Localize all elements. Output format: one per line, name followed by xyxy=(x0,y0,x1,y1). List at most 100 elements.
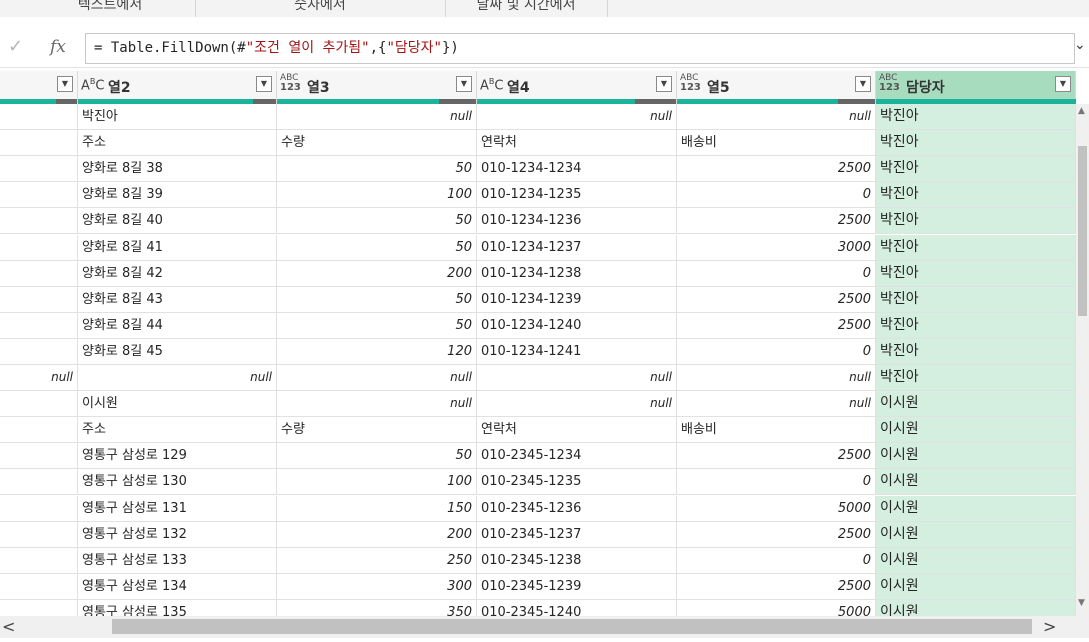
table-cell[interactable]: 박진아 xyxy=(876,312,1076,339)
table-cell[interactable]: 영통구 삼성로 135 xyxy=(78,599,277,616)
table-cell[interactable]: 박진아 xyxy=(876,338,1076,365)
table-cell[interactable]: 박진아 xyxy=(876,104,1076,130)
table-cell[interactable]: null xyxy=(78,365,277,391)
table-cell[interactable]: 2500 xyxy=(677,573,876,600)
table-cell[interactable]: 0 xyxy=(677,260,876,287)
table-cell[interactable]: null xyxy=(277,391,477,418)
table-cell[interactable]: null xyxy=(677,104,876,130)
table-cell[interactable] xyxy=(0,260,78,287)
table-cell[interactable]: 박진아 xyxy=(876,260,1076,287)
table-cell[interactable]: null xyxy=(477,104,677,130)
table-cell[interactable] xyxy=(0,234,78,261)
table-cell[interactable]: 양화로 8길 39 xyxy=(78,182,277,209)
table-cell[interactable] xyxy=(0,521,78,548)
table-cell[interactable]: 이시원 xyxy=(876,495,1076,522)
table-cell[interactable]: 010-1234-1234 xyxy=(477,156,677,183)
table-cell[interactable] xyxy=(0,208,78,235)
table-cell[interactable] xyxy=(0,495,78,522)
table-cell[interactable]: 50 xyxy=(277,443,477,470)
table-cell[interactable]: 010-1234-1238 xyxy=(477,260,677,287)
table-cell[interactable]: 010-1234-1237 xyxy=(477,234,677,261)
checkmark-icon[interactable]: ✓ xyxy=(8,36,23,57)
table-cell[interactable]: 150 xyxy=(277,495,477,522)
type-any-icon[interactable]: ABC 123 xyxy=(680,74,701,93)
table-cell[interactable] xyxy=(0,286,78,313)
table-cell[interactable]: 양화로 8길 41 xyxy=(78,234,277,261)
table-cell[interactable]: 5000 xyxy=(677,599,876,616)
scroll-down-icon[interactable]: ▼ xyxy=(1078,598,1085,608)
table-cell[interactable]: 2500 xyxy=(677,443,876,470)
table-cell[interactable]: 영통구 삼성로 133 xyxy=(78,547,277,574)
column-header-2[interactable]: ABC 123 열3 ▼ xyxy=(277,71,477,104)
fx-icon[interactable]: fx xyxy=(50,37,66,57)
table-cell[interactable]: 박진아 xyxy=(876,208,1076,235)
table-cell[interactable]: 이시원 xyxy=(876,469,1076,496)
table-cell[interactable]: 2500 xyxy=(677,286,876,313)
table-cell[interactable]: 010-1234-1239 xyxy=(477,286,677,313)
filter-dropdown-icon[interactable]: ▼ xyxy=(1055,76,1071,92)
table-cell[interactable]: 영통구 삼성로 129 xyxy=(78,443,277,470)
table-cell[interactable]: null xyxy=(677,365,876,391)
table-cell[interactable]: 박진아 xyxy=(876,234,1076,261)
table-cell[interactable]: 양화로 8길 45 xyxy=(78,338,277,365)
table-cell[interactable]: 이시원 xyxy=(78,391,277,418)
table-cell[interactable]: 200 xyxy=(277,260,477,287)
filter-dropdown-icon[interactable]: ▼ xyxy=(256,76,272,92)
chevron-down-icon[interactable]: ⌄ xyxy=(1074,37,1086,53)
table-cell[interactable]: 이시원 xyxy=(876,391,1076,418)
table-cell[interactable] xyxy=(0,338,78,365)
type-any-icon[interactable]: ABC 123 xyxy=(280,74,301,93)
column-header-4[interactable]: ABC 123 열5 ▼ xyxy=(677,71,876,104)
table-cell[interactable]: 양화로 8길 38 xyxy=(78,156,277,183)
table-cell[interactable]: 300 xyxy=(277,573,477,600)
table-cell[interactable]: 박진아 xyxy=(78,104,277,130)
column-header-1[interactable]: ABC 열2 ▼ xyxy=(78,71,277,104)
table-cell[interactable]: null xyxy=(477,365,677,391)
table-cell[interactable]: 010-2345-1235 xyxy=(477,469,677,496)
table-cell[interactable]: 양화로 8길 44 xyxy=(78,312,277,339)
table-cell[interactable]: 0 xyxy=(677,338,876,365)
table-cell[interactable] xyxy=(0,130,78,157)
table-cell[interactable]: null xyxy=(0,365,78,391)
type-abc-icon[interactable]: ABC xyxy=(480,77,503,93)
table-cell[interactable]: 2500 xyxy=(677,156,876,183)
vertical-scrollbar[interactable]: ▲ ▼ xyxy=(1076,104,1089,616)
ribbon-tab-from-number[interactable]: 숫자에서 xyxy=(195,0,446,17)
table-cell[interactable] xyxy=(0,547,78,574)
table-cell[interactable] xyxy=(0,417,78,444)
table-cell[interactable]: 박진아 xyxy=(876,286,1076,313)
table-cell[interactable]: null xyxy=(477,391,677,418)
table-cell[interactable]: 010-2345-1239 xyxy=(477,573,677,600)
table-cell[interactable]: 양화로 8길 42 xyxy=(78,260,277,287)
table-cell[interactable]: null xyxy=(277,104,477,130)
table-cell[interactable]: 50 xyxy=(277,156,477,183)
vertical-scroll-thumb[interactable] xyxy=(1078,146,1087,316)
table-cell[interactable]: 010-2345-1238 xyxy=(477,547,677,574)
table-cell[interactable]: 010-1234-1236 xyxy=(477,208,677,235)
table-cell[interactable]: 2500 xyxy=(677,521,876,548)
table-cell[interactable]: 0 xyxy=(677,469,876,496)
table-cell[interactable]: 이시원 xyxy=(876,599,1076,616)
table-cell[interactable]: 010-1234-1241 xyxy=(477,338,677,365)
table-cell[interactable]: 영통구 삼성로 131 xyxy=(78,495,277,522)
table-cell[interactable] xyxy=(0,391,78,418)
table-cell[interactable] xyxy=(0,469,78,496)
table-cell[interactable]: 50 xyxy=(277,312,477,339)
ribbon-tab-from-text[interactable]: 텍스트에서 xyxy=(25,0,196,17)
table-cell[interactable]: 이시원 xyxy=(876,573,1076,600)
horizontal-scroll-thumb[interactable] xyxy=(112,619,1032,634)
table-cell[interactable]: 박진아 xyxy=(876,156,1076,183)
table-cell[interactable]: 연락처 xyxy=(477,417,677,444)
table-cell[interactable]: 이시원 xyxy=(876,443,1076,470)
table-cell[interactable]: 5000 xyxy=(677,495,876,522)
table-cell[interactable]: 영통구 삼성로 134 xyxy=(78,573,277,600)
column-header-0[interactable]: ▼ xyxy=(0,71,78,104)
scroll-up-icon[interactable]: ▲ xyxy=(1078,106,1085,116)
table-cell[interactable]: 영통구 삼성로 132 xyxy=(78,521,277,548)
table-cell[interactable] xyxy=(0,312,78,339)
column-header-3[interactable]: ABC 열4 ▼ xyxy=(477,71,677,104)
table-cell[interactable]: 010-1234-1240 xyxy=(477,312,677,339)
table-cell[interactable]: 3000 xyxy=(677,234,876,261)
table-cell[interactable]: 2500 xyxy=(677,312,876,339)
filter-dropdown-icon[interactable]: ▼ xyxy=(656,76,672,92)
